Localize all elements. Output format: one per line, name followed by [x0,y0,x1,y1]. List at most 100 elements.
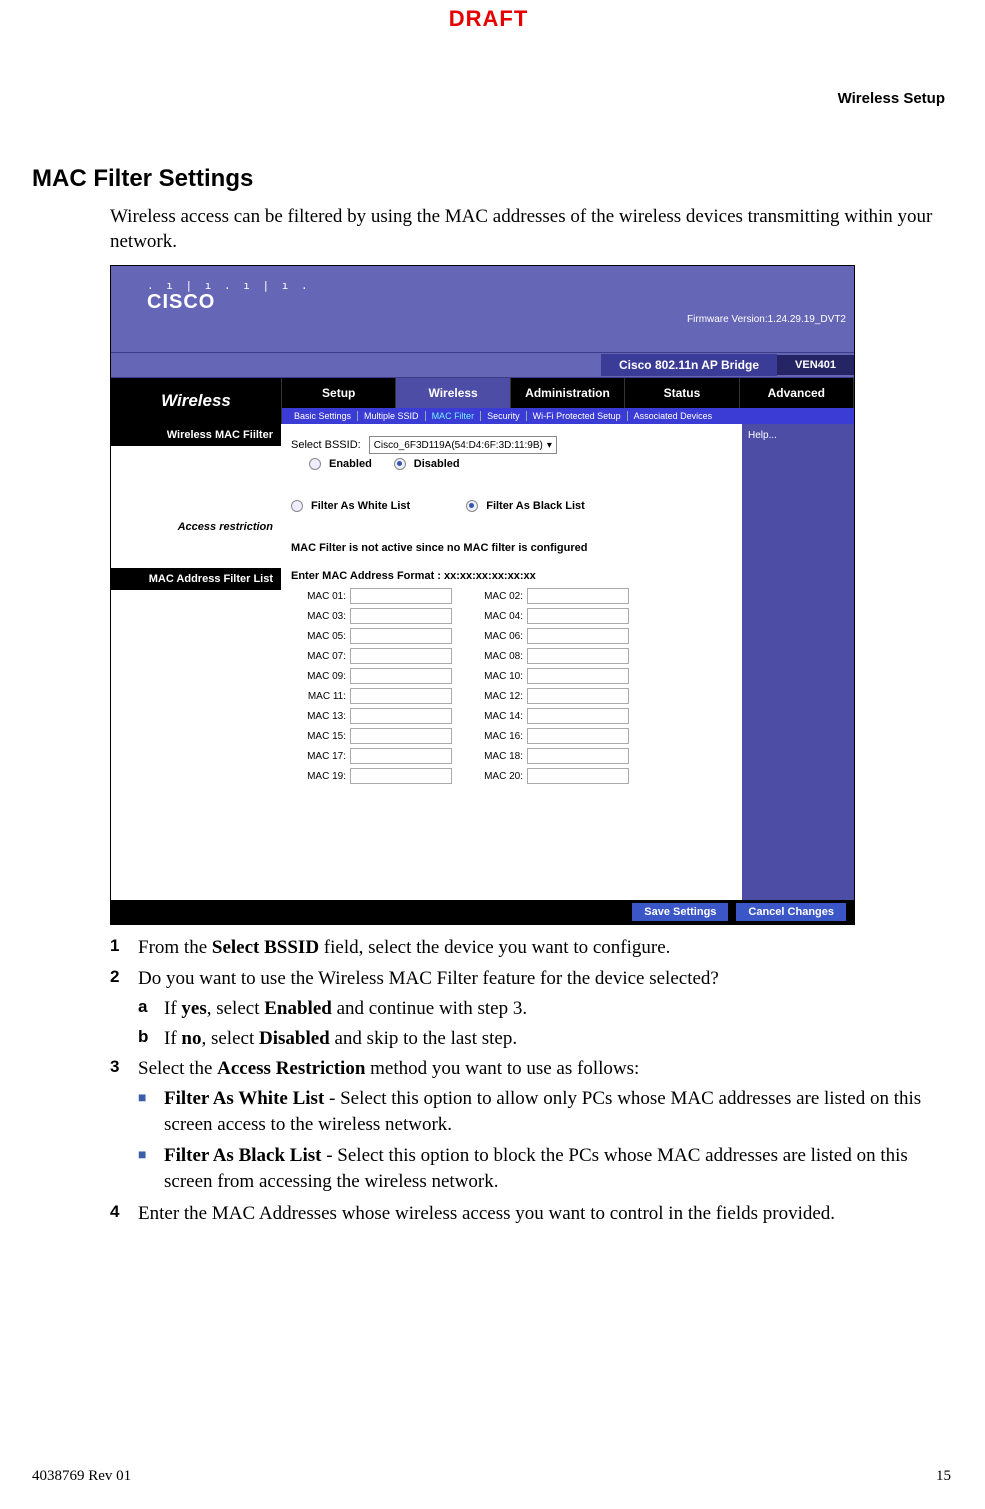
mac-input[interactable] [527,628,629,644]
mac-label: MAC 13: [291,711,350,722]
mac-input[interactable] [350,728,452,744]
mac-label: MAC 10: [468,671,527,682]
mac-label: MAC 16: [468,731,527,742]
tab-wireless[interactable]: Wireless [396,378,510,408]
bssid-label: Select BSSID: [291,439,361,451]
subtab-basic[interactable]: Basic Settings [288,411,357,421]
substep-text: If no, select Disabled and skip to the l… [164,1026,517,1052]
tab-setup[interactable]: Setup [282,378,396,408]
bullet-icon: ■ [138,1086,164,1137]
firmware-label: Firmware Version:1.24.29.19_DVT2 [687,314,846,325]
tab-administration[interactable]: Administration [511,378,625,408]
mac-label: MAC 08: [468,651,527,662]
draft-label: DRAFT [449,6,529,32]
section-mac-list: MAC Address Filter List [111,568,281,590]
mac-label: MAC 02: [468,591,527,602]
mac-label: MAC 04: [468,611,527,622]
mac-input[interactable] [350,628,452,644]
mac-input[interactable] [527,708,629,724]
bullet-icon: ■ [138,1143,164,1194]
mac-label: MAC 03: [291,611,350,622]
step-text: From the Select BSSID field, select the … [138,935,670,961]
subtab-assoc[interactable]: Associated Devices [627,411,719,421]
mac-label: MAC 14: [468,711,527,722]
footer-docid: 4038769 Rev 01 [32,1468,131,1485]
dropdown-icon: ▾ [547,440,552,451]
subtab-mac-filter[interactable]: MAC Filter [425,411,481,421]
mac-input[interactable] [527,728,629,744]
mac-input[interactable] [527,668,629,684]
step-number: 1 [110,935,138,961]
whitelist-radio[interactable] [291,500,303,512]
footer: 4038769 Rev 01 15 [32,1468,951,1485]
substep-label: a [138,996,164,1022]
mac-input[interactable] [527,748,629,764]
step-number: 4 [110,1201,138,1227]
page-title: MAC Filter Settings [32,165,253,193]
nav-row: Wireless Setup Wireless Administration S… [111,378,854,424]
section-mac-filter: Wireless MAC Fiilter [111,424,281,446]
mac-label: MAC 12: [468,691,527,702]
mac-label: MAC 17: [291,751,350,762]
bssid-select[interactable]: Cisco_6F3D119A(54:D4:6F:3D:11:9B) ▾ [369,436,557,454]
mac-input[interactable] [527,688,629,704]
blacklist-label: Filter As Black List [486,500,585,512]
help-column: Help... [742,424,854,902]
mac-input[interactable] [350,748,452,764]
substep-text: If yes, select Enabled and continue with… [164,996,527,1022]
mac-label: MAC 09: [291,671,350,682]
instructions: 1 From the Select BSSID field, select th… [110,935,939,1231]
mac-input[interactable] [350,588,452,604]
tab-advanced[interactable]: Advanced [740,378,854,408]
mac-input[interactable] [527,648,629,664]
step-number: 2 [110,966,138,992]
mac-input[interactable] [350,648,452,664]
mac-label: MAC 07: [291,651,350,662]
tab-status[interactable]: Status [625,378,739,408]
mac-grid: MAC 01: MAC 02: MAC 03: MAC 04: MAC 05: MAC… [291,586,631,786]
nav-tabs: Setup Wireless Administration Status Adv… [282,378,854,408]
intro-text: Wireless access can be filtered by using… [110,205,939,254]
section-access-restriction: Access restriction [111,516,281,538]
mac-label: MAC 20: [468,771,527,782]
subtab-multiple-ssid[interactable]: Multiple SSID [357,411,425,421]
mac-label: MAC 15: [291,731,350,742]
mac-input[interactable] [350,688,452,704]
bssid-value: Cisco_6F3D119A(54:D4:6F:3D:11:9B) [374,440,543,451]
enabled-label: Enabled [329,458,372,470]
subtab-wps[interactable]: Wi-Fi Protected Setup [526,411,627,421]
mac-label: MAC 11: [291,691,350,702]
mac-format-label: Enter MAC Address Format : xx:xx:xx:xx:x… [291,570,732,582]
whitelist-label: Filter As White List [311,500,410,512]
product-model: VEN401 [777,355,854,375]
mac-label: MAC 01: [291,591,350,602]
mac-input[interactable] [350,608,452,624]
mac-input[interactable] [527,588,629,604]
mac-input[interactable] [350,668,452,684]
substep-label: b [138,1026,164,1052]
embedded-screenshot: . ı | ı . ı | ı . CISCO Firmware Version… [110,265,855,925]
subtab-security[interactable]: Security [480,411,526,421]
ss-header: . ı | ı . ı | ı . CISCO Firmware Version… [111,266,854,352]
mac-label: MAC 05: [291,631,350,642]
page-header: Wireless Setup [838,90,945,107]
save-button[interactable]: Save Settings [632,903,728,921]
logo-text: CISCO [147,291,215,313]
bullet-text: Filter As White List - Select this optio… [164,1086,939,1137]
ss-left-column: Wireless MAC Fiilter Access restriction … [111,424,281,902]
blacklist-radio[interactable] [466,500,478,512]
disabled-label: Disabled [414,458,460,470]
disabled-radio[interactable] [394,458,406,470]
enabled-radio[interactable] [309,458,321,470]
mac-input[interactable] [350,708,452,724]
mac-input[interactable] [527,768,629,784]
cancel-button[interactable]: Cancel Changes [736,903,846,921]
product-bar: Cisco 802.11n AP Bridge VEN401 [111,352,854,378]
mac-label: MAC 06: [468,631,527,642]
mac-input[interactable] [527,608,629,624]
step-text: Do you want to use the Wireless MAC Filt… [138,966,719,992]
mac-input[interactable] [350,768,452,784]
help-link[interactable]: Help... [748,430,777,441]
mac-label: MAC 18: [468,751,527,762]
mac-label: MAC 19: [291,771,350,782]
